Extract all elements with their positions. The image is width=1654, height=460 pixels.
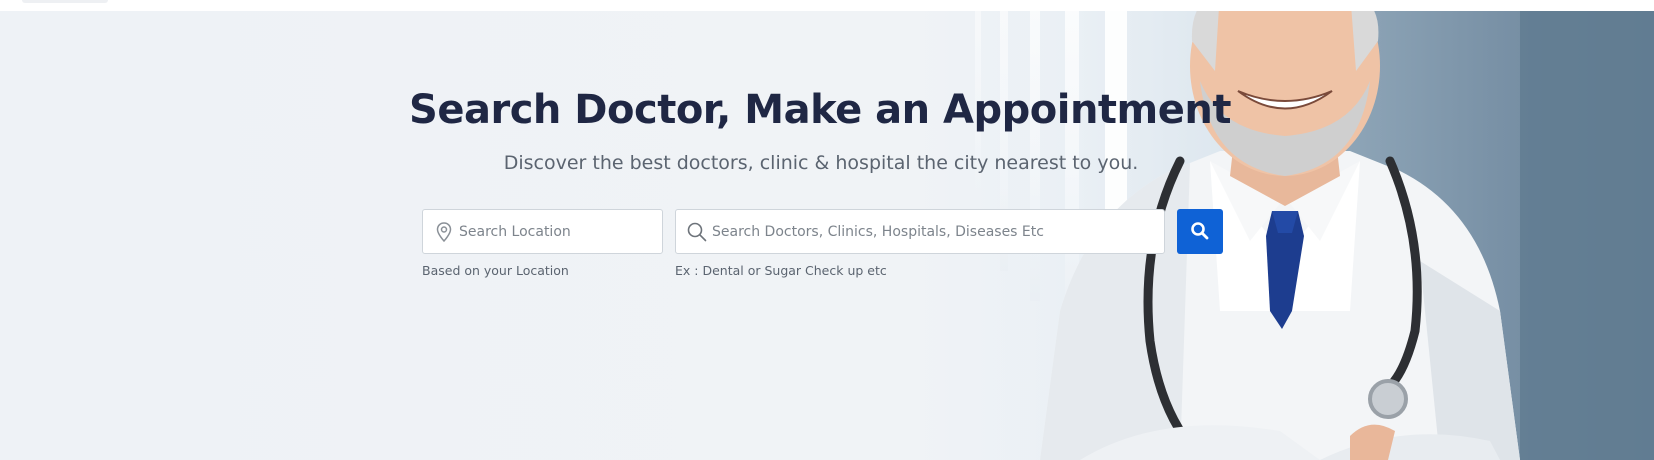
hero-banner: Search Doctor, Make an Appointment Disco… (0, 11, 1654, 460)
hero-content: Search Doctor, Make an Appointment Disco… (0, 11, 1654, 460)
page-subtitle: Discover the best doctors, clinic & hosp… (503, 152, 1139, 174)
search-button[interactable] (1177, 209, 1223, 254)
query-field[interactable] (675, 209, 1165, 254)
map-pin-icon (433, 221, 455, 243)
search-icon (1191, 222, 1209, 240)
query-input[interactable] (712, 210, 1156, 253)
location-field[interactable] (422, 209, 663, 254)
page-title: Search Doctor, Make an Appointment (409, 87, 1231, 133)
nav-fragment (22, 0, 108, 3)
search-icon (686, 221, 708, 243)
location-hint: Based on your Location (422, 263, 569, 278)
location-input[interactable] (459, 210, 655, 253)
top-navigation-strip (0, 0, 1654, 11)
query-hint: Ex : Dental or Sugar Check up etc (675, 263, 887, 278)
